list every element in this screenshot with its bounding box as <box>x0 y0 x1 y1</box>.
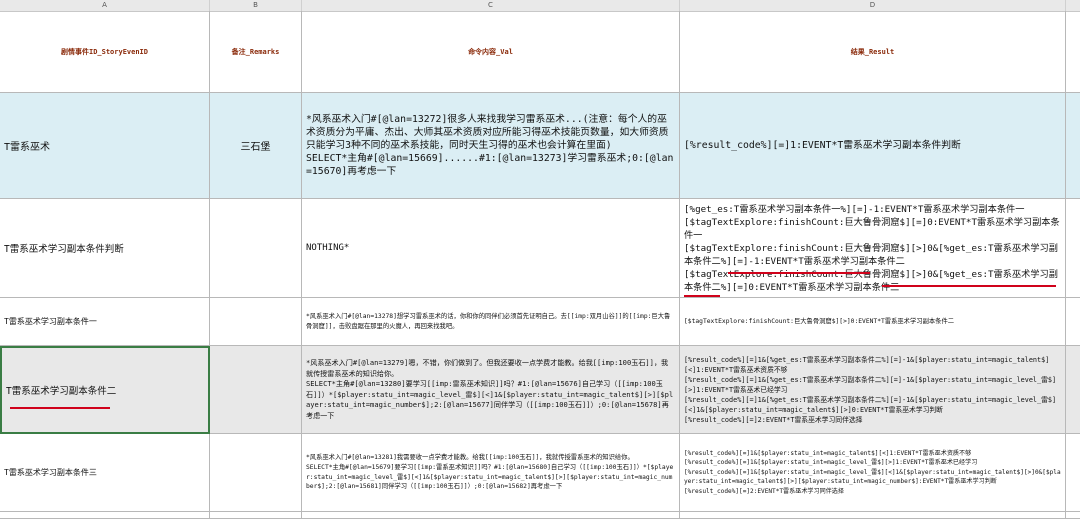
empty-cell[interactable] <box>1066 434 1080 512</box>
column-letter-c[interactable]: C <box>302 0 680 11</box>
cell-command-text: *风系巫术入门#[@lan=13281]我需要收一点学费才能教。给我[[imp:… <box>306 454 674 491</box>
table-row: T雷系巫术学习副本条件二 *风系巫术入门#[@lan=13279]嗯，不错，你们… <box>0 346 1080 434</box>
column-letter-b[interactable]: B <box>210 0 302 11</box>
cell-event-id-selected[interactable]: T雷系巫术学习副本条件二 <box>0 346 210 434</box>
cell-result[interactable]: [%get_es:T雷系巫术学习副本条件一%][=]-1:EVENT*T雷系巫术… <box>680 199 1066 298</box>
cell-command-text: *风系巫术入门#[@lan=13272]很多人来找我学习雷系巫术...(注意：每… <box>306 114 674 177</box>
empty-cell[interactable] <box>302 512 680 519</box>
red-underline-mark <box>882 285 1056 287</box>
column-letter-a[interactable]: A <box>0 0 210 11</box>
empty-cell[interactable] <box>1066 298 1080 346</box>
red-underline-mark <box>10 407 110 409</box>
header-cell-result[interactable]: 结果_Result <box>680 11 1066 93</box>
empty-cell[interactable] <box>1066 93 1080 199</box>
empty-cell[interactable] <box>0 512 210 519</box>
cell-result[interactable]: [$tagTextExplore:finishCount:巨大鲁骨洞窟$][>]… <box>680 298 1066 346</box>
header-cell-story-event-id[interactable]: 剧情事件ID_StoryEvenID <box>0 11 210 93</box>
cell-remarks[interactable]: 三石堡 <box>210 93 302 199</box>
cell-result-text: [%result_code%][=]1:EVENT*T雷系巫术学习副本条件判断 <box>684 140 961 151</box>
table-row: T雷系巫术学习副本条件三 *风系巫术入门#[@lan=13281]我需要收一点学… <box>0 434 1080 512</box>
red-underline-mark <box>728 272 870 274</box>
cell-event-id[interactable]: T雷系巫术学习副本条件三 <box>0 434 210 512</box>
cell-command[interactable]: *风系巫术入门#[@lan=13279]嗯，不错，你们做到了。但我还要收一点学费… <box>302 346 680 434</box>
cell-command-text: *风系巫术入门#[@lan=13279]嗯，不错，你们做到了。但我还要收一点学费… <box>306 358 674 420</box>
cell-remarks[interactable] <box>210 298 302 346</box>
header-cell-remarks[interactable]: 备注_Remarks <box>210 11 302 93</box>
cell-event-id[interactable]: T雷系巫术学习副本条件一 <box>0 298 210 346</box>
cell-event-id[interactable]: T雷系巫术 <box>0 93 210 199</box>
cell-command[interactable]: *风系巫术入门#[@lan=13278]想学习雷系巫术的话，你和你的同伴们必须首… <box>302 298 680 346</box>
cell-remarks[interactable] <box>210 346 302 434</box>
table-row <box>0 512 1080 519</box>
empty-cell[interactable] <box>210 512 302 519</box>
cell-result-text: [%result_code%][=]1&[$player:statu_int=m… <box>684 449 1061 495</box>
cell-event-id[interactable]: T雷系巫术学习副本条件判断 <box>0 199 210 298</box>
cell-command[interactable]: *风系巫术入门#[@lan=13272]很多人来找我学习雷系巫术...(注意：每… <box>302 93 680 199</box>
empty-cell[interactable] <box>1066 346 1080 434</box>
cell-command[interactable]: *风系巫术入门#[@lan=13281]我需要收一点学费才能教。给我[[imp:… <box>302 434 680 512</box>
cell-remarks[interactable] <box>210 199 302 298</box>
cell-command-text: *风系巫术入门#[@lan=13278]想学习雷系巫术的话，你和你的同伴们必须首… <box>306 312 671 330</box>
red-underline-mark <box>684 295 720 297</box>
header-cell-command-val[interactable]: 命令内容_Val <box>302 11 680 93</box>
column-letter-d[interactable]: D <box>680 0 1066 11</box>
cell-command[interactable]: NOTHING* <box>302 199 680 298</box>
cell-result-text: [%get_es:T雷系巫术学习副本条件一%][=]-1:EVENT*T雷系巫术… <box>684 203 1060 293</box>
empty-cell[interactable] <box>1066 11 1080 93</box>
cell-result[interactable]: [%result_code%][=]1&[$player:statu_int=m… <box>680 434 1066 512</box>
cell-remarks[interactable] <box>210 434 302 512</box>
empty-cell[interactable] <box>1066 199 1080 298</box>
table-row: T雷系巫术 三石堡 *风系巫术入门#[@lan=13272]很多人来找我学习雷系… <box>0 93 1080 199</box>
empty-cell[interactable] <box>680 512 1066 519</box>
table-row: T雷系巫术学习副本条件判断 NOTHING* [%get_es:T雷系巫术学习副… <box>0 199 1080 298</box>
cell-result-text: [%result_code%][=]1&[%get_es:T雷系巫术学习副本条件… <box>684 355 1057 424</box>
cell-result-text: [$tagTextExplore:finishCount:巨大鲁骨洞窟$][>]… <box>684 317 955 325</box>
empty-cell[interactable] <box>1066 512 1080 519</box>
header-row: 剧情事件ID_StoryEvenID 备注_Remarks 命令内容_Val 结… <box>0 11 1080 93</box>
table-row: T雷系巫术学习副本条件一 *风系巫术入门#[@lan=13278]想学习雷系巫术… <box>0 298 1080 346</box>
cell-result[interactable]: [%result_code%][=]1:EVENT*T雷系巫术学习副本条件判断 <box>680 93 1066 199</box>
cell-result[interactable]: [%result_code%][=]1&[%get_es:T雷系巫术学习副本条件… <box>680 346 1066 434</box>
